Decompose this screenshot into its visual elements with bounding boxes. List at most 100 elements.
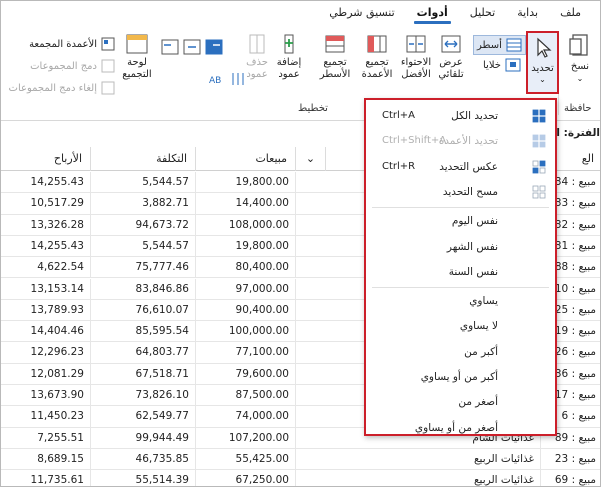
menu-item[interactable]: لا يساوي <box>366 314 555 338</box>
tab-conditional-format[interactable]: تنسيق شرطي <box>318 1 405 25</box>
menu-item[interactable]: عكس التحديد Ctrl+R <box>366 155 555 179</box>
cell-profit: 10,517.29 <box>1 193 91 215</box>
unmerge-groups-icon <box>101 81 115 95</box>
cell-sales: 79,600.00 <box>196 363 296 385</box>
add-column-label: إضافة عمود <box>276 57 302 80</box>
clear-selection-icon <box>532 185 546 199</box>
menu-item[interactable]: أصغر من أو يساوي <box>366 416 555 440</box>
paste-button[interactable]: نسخ ⌄ <box>561 33 599 85</box>
menu-item[interactable]: نفس السنة <box>366 260 555 284</box>
menu-item[interactable]: أكبر من أو يساوي <box>366 365 555 389</box>
align-right-icon[interactable] <box>205 39 223 55</box>
column-lines-icon[interactable] <box>229 71 247 87</box>
cell-cost: 62,549.77 <box>91 406 196 428</box>
cell-profit: 13,789.93 <box>1 299 91 321</box>
group-columns-icon <box>367 35 387 53</box>
cell-cost: 94,673.72 <box>91 214 196 236</box>
cell-profit: 12,296.23 <box>1 342 91 364</box>
cell-cost: 5,544.57 <box>91 172 196 193</box>
auto-fit-icon <box>441 35 461 53</box>
chevron-down-icon: ⌄ <box>576 74 584 83</box>
tab-analysis[interactable]: تحليل <box>459 1 506 25</box>
header-cost[interactable]: التكلفة <box>91 147 196 171</box>
menu-item-shortcut: Ctrl+R <box>382 160 416 172</box>
add-column-button[interactable]: إضافة عمود <box>273 33 305 81</box>
header-dropdown[interactable]: ⌄ <box>296 147 326 171</box>
cell-profit: 8,689.15 <box>1 448 91 470</box>
cell-cost: 3,882.71 <box>91 193 196 215</box>
menu-item-label: نفس اليوم <box>451 215 498 228</box>
best-fit-button[interactable]: الاحتواء الأفضل <box>398 33 434 81</box>
svg-text:AB: AB <box>209 76 221 86</box>
cell-profit: 14,255.43 <box>1 235 91 257</box>
cell-cost: 73,826.10 <box>91 385 196 406</box>
ribbon-tabs: ملف بداية تحليل أدوات تنسيق شرطي <box>1 1 600 25</box>
unmerge-groups-button[interactable]: إلغاء دمج المجموعات <box>3 81 115 95</box>
cell-profit: 11,735.61 <box>1 470 91 486</box>
menu-item-label: يساوي <box>469 295 498 308</box>
select-all-icon <box>532 109 546 123</box>
cell-cost: 67,518.71 <box>91 363 196 385</box>
cell-cost: 5,544.57 <box>91 235 196 257</box>
auto-fit-button[interactable]: عرض تلقائي <box>434 33 468 81</box>
group-columns-button[interactable]: تجميع الأعمدة <box>357 33 397 81</box>
merge-groups-button[interactable]: دمج المجموعات <box>3 59 115 73</box>
cell-sales: 19,800.00 <box>196 172 296 193</box>
cells-mode-button[interactable]: خلايا <box>483 58 521 72</box>
header-sales[interactable]: مبيعات <box>196 147 296 171</box>
menu-item[interactable]: تحديد الأعمدة Ctrl+Shift+A <box>366 129 555 153</box>
cell-cost: 75,777.46 <box>91 257 196 279</box>
merge-groups-label: دمج المجموعات <box>30 60 97 72</box>
group-rows-label: تجميع الأسطر <box>319 57 351 80</box>
clipboard-group-label: حافظة <box>564 103 592 114</box>
select-button[interactable]: تحديد ⌄ <box>526 31 559 94</box>
text-ab-icon[interactable]: AB <box>207 71 225 87</box>
menu-item-label: أكبر من أو يساوي <box>420 371 498 383</box>
group-panel-button[interactable]: لوحة التجميع <box>117 33 157 81</box>
menu-item[interactable]: أصغر من <box>366 390 555 414</box>
cell-sales: 108,000.00 <box>196 214 296 236</box>
rows-mode-button[interactable]: أسطر <box>473 35 526 55</box>
group-rows-button[interactable]: تجميع الأسطر <box>315 33 355 81</box>
cell-sales: 19,800.00 <box>196 235 296 257</box>
table-row[interactable]: 8,689.15 46,735.85 55,425.00 غذائيات الربيع… <box>1 448 600 471</box>
best-fit-icon <box>406 35 426 53</box>
menu-item[interactable]: تحديد الكل Ctrl+A <box>366 104 555 128</box>
tab-file[interactable]: ملف <box>549 1 592 25</box>
group-columns-label: تجميع الأعمدة <box>361 57 393 80</box>
table-row[interactable]: 11,735.61 55,514.39 67,250.00 غذائيات الربي… <box>1 470 600 486</box>
align-center-icon[interactable] <box>183 39 201 55</box>
align-left-icon[interactable] <box>161 39 179 55</box>
grouped-columns-button[interactable]: الأعمدة المجمعة <box>3 37 115 51</box>
grouped-columns-label: الأعمدة المجمعة <box>29 38 97 50</box>
menu-item-label: تحديد الأعمدة <box>438 135 498 148</box>
menu-item-label: أصغر من أو يساوي <box>414 421 498 434</box>
cell-sales: 87,500.00 <box>196 385 296 406</box>
tab-tools[interactable]: أدوات <box>406 1 459 25</box>
cell-profit: 13,673.90 <box>1 385 91 406</box>
menu-item[interactable]: يساوي <box>366 289 555 313</box>
paste-icon <box>569 34 588 56</box>
menu-item[interactable]: نفس اليوم <box>366 209 555 233</box>
menu-divider <box>372 287 549 289</box>
cell-sales: 107,200.00 <box>196 427 296 449</box>
grouped-columns-icon <box>101 37 115 51</box>
menu-item-label: نفس الشهر <box>446 240 498 253</box>
cell-sales: 14,400.00 <box>196 193 296 215</box>
alignment-buttons <box>161 39 223 55</box>
menu-item[interactable]: أكبر من <box>366 340 555 364</box>
text-style-buttons: AB <box>207 71 247 87</box>
auto-fit-label: عرض تلقائي <box>438 57 464 80</box>
delete-column-label: حذف عمود <box>246 57 268 80</box>
group-panel-icon <box>126 34 148 54</box>
menu-item[interactable]: نفس الشهر <box>366 235 555 259</box>
menu-item-label: مسح التحديد <box>442 185 498 198</box>
menu-item-label: أكبر من <box>464 345 498 358</box>
tab-home[interactable]: بداية <box>506 1 549 25</box>
menu-item[interactable]: مسح التحديد <box>366 180 555 204</box>
header-profit[interactable]: الأرباح <box>1 147 91 171</box>
best-fit-label: الاحتواء الأفضل <box>400 57 432 80</box>
cell-cost: 76,610.07 <box>91 299 196 321</box>
app-window: ملف بداية تحليل أدوات تنسيق شرطي نسخ ⌄ ح… <box>0 0 601 487</box>
select-columns-icon <box>532 134 546 148</box>
